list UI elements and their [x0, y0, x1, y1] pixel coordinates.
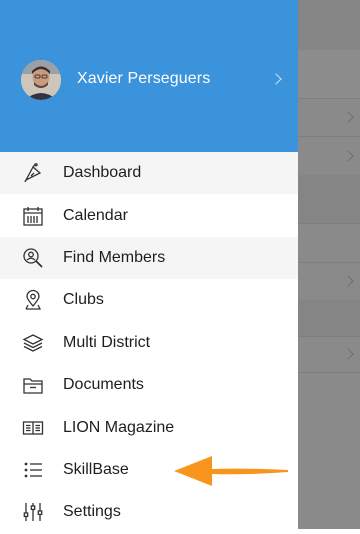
menu-item-label: Settings	[63, 503, 121, 521]
menu-item-settings[interactable]: Settings	[0, 491, 298, 533]
background-divider	[298, 372, 360, 373]
dimmed-background-app[interactable]	[298, 0, 360, 529]
background-chevron-icon	[342, 348, 354, 360]
open-book-icon	[22, 417, 44, 439]
background-divider	[298, 223, 360, 224]
background-chevron-icon	[342, 150, 354, 162]
menu-item-documents[interactable]: Documents	[0, 364, 298, 406]
menu-item-label: Documents	[63, 376, 144, 394]
dashboard-gauge-icon	[22, 162, 44, 184]
menu-item-dashboard[interactable]: Dashboard	[0, 152, 298, 195]
location-pin-icon	[22, 289, 44, 311]
background-bar	[298, 175, 360, 223]
menu-item-label: SkillBase	[63, 460, 129, 478]
sliders-icon	[22, 501, 44, 523]
menu-item-clubs[interactable]: Clubs	[0, 279, 298, 321]
background-divider	[298, 136, 360, 137]
menu-item-lion-magazine[interactable]: LION Magazine	[0, 406, 298, 448]
background-chevron-icon	[342, 111, 354, 123]
annotation-arrow-icon	[174, 456, 288, 486]
chevron-right-icon	[270, 73, 282, 85]
menu-item-label: Calendar	[63, 206, 128, 224]
background-bar	[298, 0, 360, 50]
find-members-icon	[22, 247, 44, 269]
profile-header[interactable]: Xavier Perseguers	[0, 0, 298, 152]
background-chevron-icon	[342, 275, 354, 287]
list-icon	[22, 459, 44, 481]
menu-item-label: Multi District	[63, 333, 151, 351]
menu-item-multi-district[interactable]: Multi District	[0, 322, 298, 364]
menu-item-label: Clubs	[63, 291, 104, 309]
calendar-icon	[22, 205, 44, 227]
avatar[interactable]	[21, 60, 61, 100]
background-divider	[298, 262, 360, 263]
background-bar	[298, 300, 360, 336]
layers-icon	[22, 332, 44, 354]
background-divider	[298, 98, 360, 99]
folder-icon	[22, 374, 44, 396]
menu-item-find-members[interactable]: Find Members	[0, 236, 298, 280]
background-bar	[298, 50, 360, 98]
menu-item-label: Dashboard	[63, 164, 142, 182]
background-divider	[298, 336, 360, 337]
profile-name: Xavier Perseguers	[77, 70, 211, 87]
avatar-photo	[21, 60, 61, 100]
menu-item-calendar[interactable]: Calendar	[0, 194, 298, 236]
menu-item-label: LION Magazine	[63, 418, 175, 436]
menu-item-label: Find Members	[63, 248, 166, 266]
